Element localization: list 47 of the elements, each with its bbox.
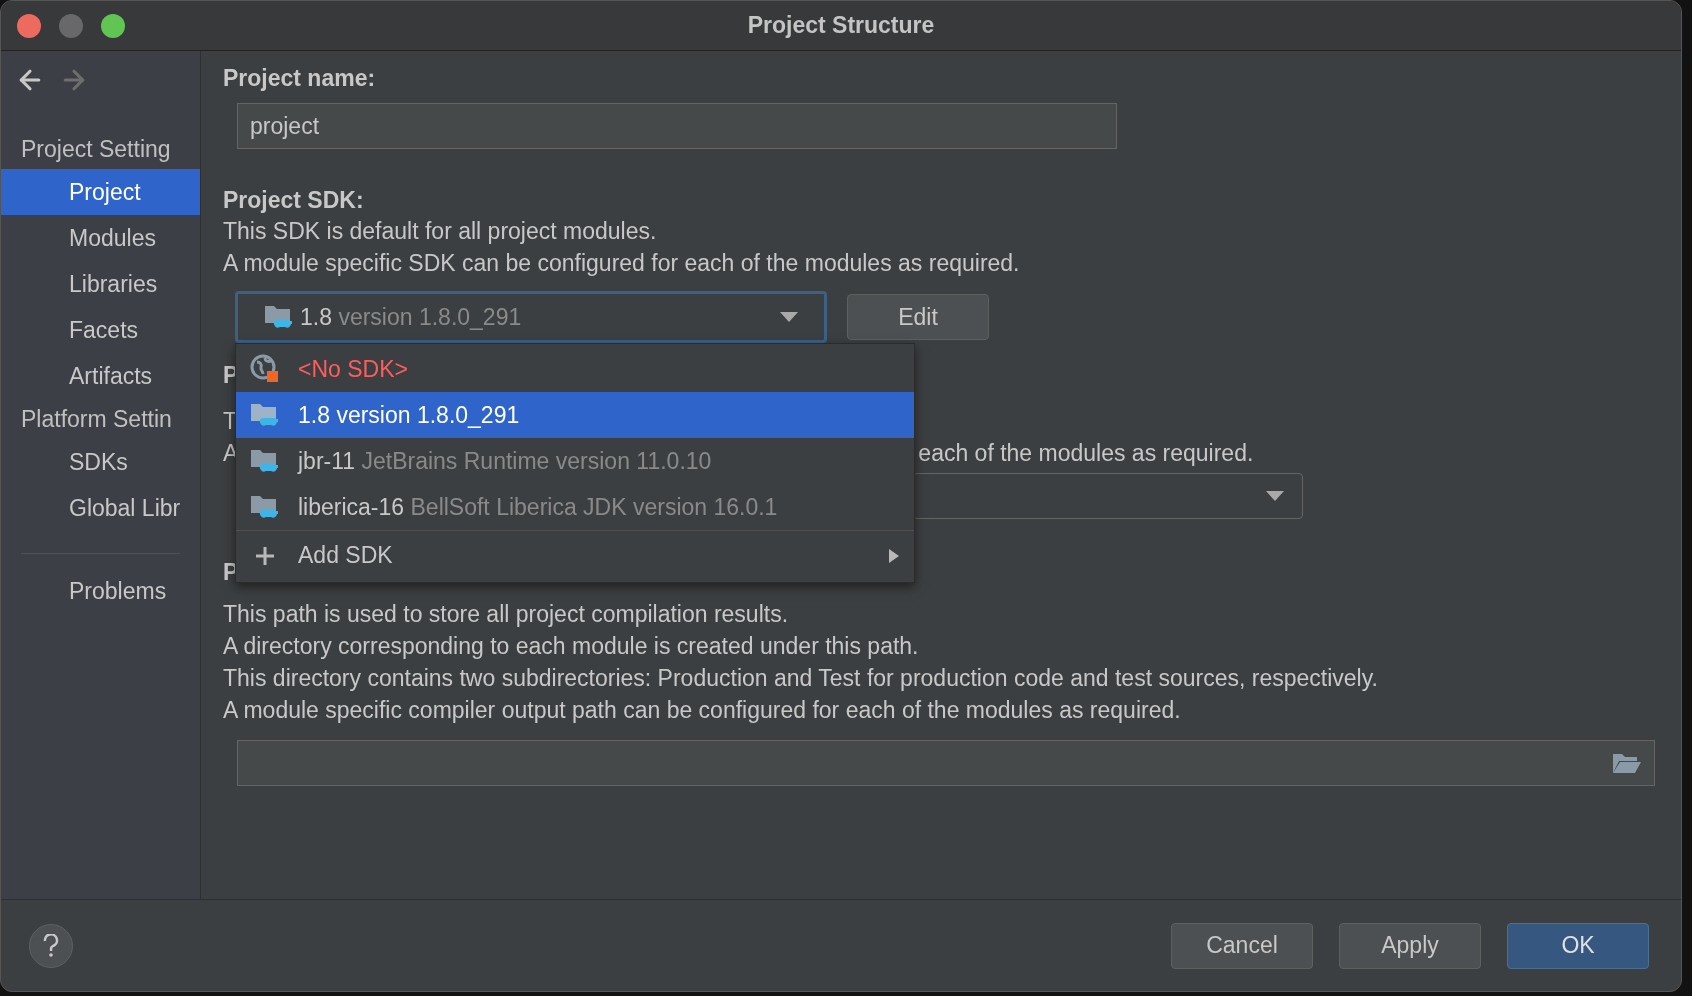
minimize-button[interactable] — [59, 13, 83, 38]
help-icon — [43, 933, 59, 958]
sdk-option[interactable]: <No SDK> — [236, 346, 914, 392]
edit-button[interactable]: Edit — [847, 294, 989, 340]
add-sdk-menu-item[interactable]: Add SDK — [236, 530, 914, 580]
sidebar-item[interactable]: Modules — [1, 215, 200, 261]
sidebar-item[interactable]: Artifacts — [1, 353, 200, 399]
sidebar-item[interactable]: SDKs — [1, 439, 200, 485]
sdk-option[interactable]: liberica-16 BellSoft Liberica JDK version 16.0.1 — [236, 484, 914, 530]
description-text: A module specific SDK can be configured for each of the modules as required. — [223, 249, 1021, 278]
dropdown-caret-icon — [1266, 491, 1284, 501]
sidebar-item[interactable]: Global Libr — [1, 485, 200, 531]
sidebar-item[interactable]: Problems — [1, 568, 200, 614]
sidebar-section-header: Project Setting — [20, 134, 172, 164]
sdk-combo-box[interactable]: 1.8 version 1.8.0_291 — [235, 291, 827, 343]
sidebar-item[interactable]: Project — [1, 169, 200, 215]
window-title: Project Structure — [747, 12, 935, 39]
description-text: A directory corresponding to each module is created under this path. — [223, 632, 920, 661]
description-text: This SDK is default for all project modules. — [223, 217, 658, 246]
field-label: Project SDK: — [223, 186, 365, 215]
description-text: each of the modules as required. — [918, 439, 1254, 468]
close-button[interactable] — [17, 13, 41, 38]
dropdown-caret-icon — [780, 312, 798, 322]
sdk-folder-icon — [250, 447, 280, 475]
submenu-arrow-icon — [888, 547, 900, 564]
dialog-button[interactable]: Apply — [1339, 922, 1481, 969]
combo-value: 1.8 version 1.8.0_291 — [300, 302, 523, 332]
sdk-folder-icon — [250, 401, 280, 429]
dialog-button[interactable]: Cancel — [1171, 922, 1313, 969]
sdk-option[interactable]: jbr-11 JetBrains Runtime version 11.0.10 — [236, 438, 914, 484]
sidebar-section-header: Platform Settin — [20, 404, 173, 434]
field-label: Project name: — [223, 64, 377, 93]
description-text: This path is used to store all project compilation results. — [223, 600, 790, 629]
sdk-option[interactable]: 1.8 version 1.8.0_291 — [236, 392, 914, 438]
sidebar-item[interactable]: Libraries — [1, 261, 200, 307]
project-name-field[interactable]: project — [237, 103, 1117, 149]
globe-icon — [250, 354, 280, 384]
dialog-button[interactable]: OK — [1507, 922, 1649, 969]
sidebar-item[interactable]: Facets — [1, 307, 200, 353]
output-path-field[interactable] — [237, 740, 1655, 786]
help-button[interactable] — [29, 923, 73, 968]
description-text: A module specific compiler output path can be configured for each of the modules as required. — [223, 696, 1182, 725]
description-text: This directory contains two subdirectories: Production and Test for production code and test sources, respectively. — [223, 664, 1379, 693]
zoom-button[interactable] — [101, 13, 125, 38]
sdk-folder-icon — [264, 303, 294, 331]
sdk-folder-icon — [250, 493, 280, 521]
folder-icon[interactable] — [1612, 751, 1642, 775]
